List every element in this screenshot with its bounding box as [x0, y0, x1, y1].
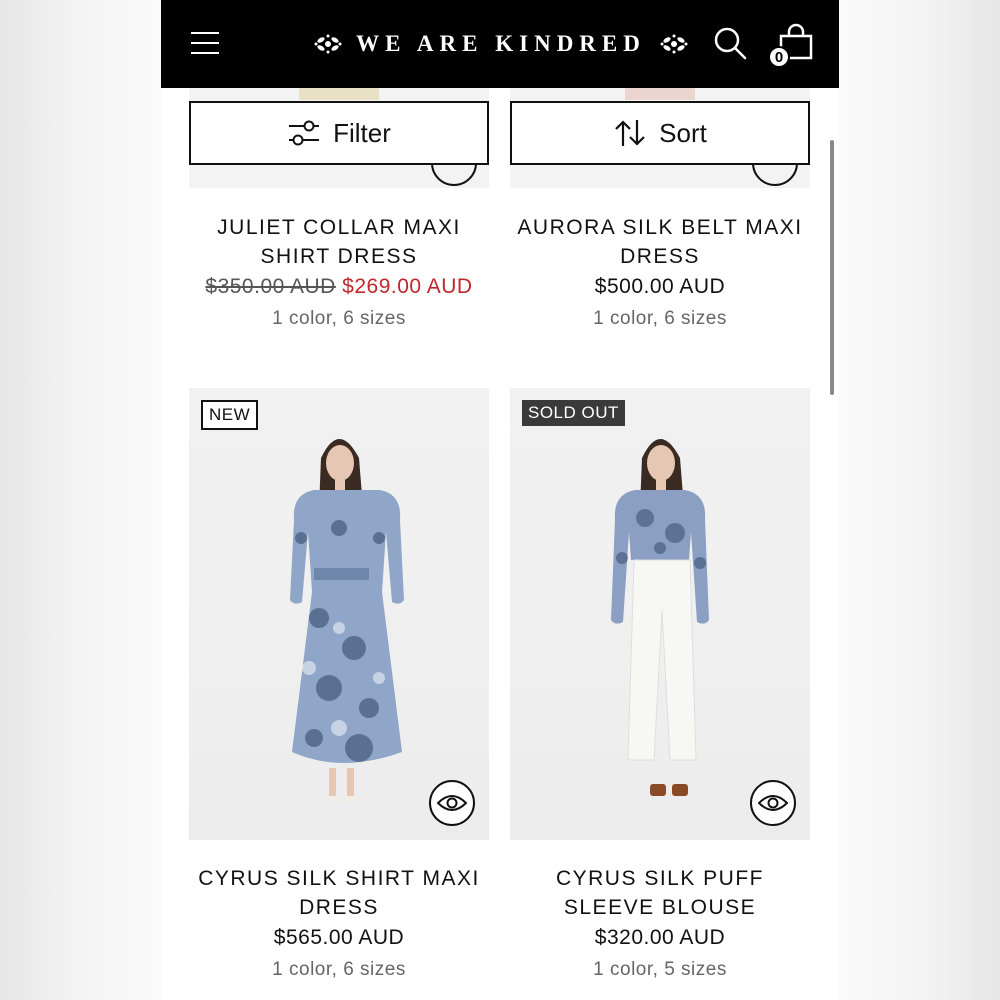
model-blouse-illustration [611, 439, 709, 796]
sort-label: Sort [659, 117, 707, 148]
product-variants: 1 color, 6 sizes [272, 308, 406, 329]
product-variants: 1 color, 6 sizes [593, 308, 727, 329]
product-name[interactable]: JULIET COLLAR MAXI SHIRT DRESS [189, 213, 489, 271]
site-logo[interactable]: WE ARE KINDRED [311, 28, 691, 60]
eye-icon [758, 795, 788, 811]
ornament-icon [660, 34, 688, 54]
logo-text: WE ARE KINDRED [356, 31, 646, 56]
product-name[interactable]: CYRUS SILK PUFF SLEEVE BLOUSE [510, 864, 810, 922]
model-dress-illustration [290, 439, 404, 802]
product-price: $500.00 AUD [594, 275, 726, 298]
product-image[interactable]: NEW [189, 388, 489, 840]
search-icon[interactable] [713, 26, 747, 60]
menu-icon[interactable] [191, 28, 221, 58]
filter-button[interactable]: Filter [189, 101, 489, 165]
product-variants: 1 color, 6 sizes [272, 959, 406, 980]
product-variants: 1 color, 5 sizes [593, 959, 727, 980]
sort-arrows-icon [615, 120, 645, 146]
product-card: NEW CYRUS SILK SHIRT MAXI DRESS $565.00 … [189, 388, 489, 986]
product-price: $350.00 AUD $269.00 AUD [189, 271, 489, 303]
new-badge: NEW [201, 400, 259, 430]
quick-view-button[interactable] [429, 780, 475, 826]
site-header: WE ARE KINDRED 0 [161, 0, 839, 88]
original-price: $350.00 AUD [205, 275, 336, 298]
product-card: AURORA SILK BELT MAXI DRESS $500.00 AUD … [510, 213, 810, 335]
cart-count-badge: 0 [768, 46, 790, 68]
sale-price: $269.00 AUD [342, 275, 473, 298]
product-card: JULIET COLLAR MAXI SHIRT DRESS $350.00 A… [189, 213, 489, 335]
product-price: $320.00 AUD [594, 926, 726, 949]
eye-icon [437, 795, 467, 811]
product-name[interactable]: CYRUS SILK SHIRT MAXI DRESS [189, 864, 489, 922]
quick-view-button[interactable] [750, 780, 796, 826]
product-image[interactable]: SOLD OUT [510, 388, 810, 840]
sort-button[interactable]: Sort [510, 101, 810, 165]
ornament-icon [314, 34, 342, 54]
product-card: SOLD OUT CYRUS SILK PUFF SLEEVE BLOUSE $… [510, 388, 810, 986]
sold-out-badge: SOLD OUT [522, 400, 625, 426]
scrollbar[interactable] [830, 140, 834, 395]
product-name[interactable]: AURORA SILK BELT MAXI DRESS [510, 213, 810, 271]
sliders-icon [289, 120, 320, 146]
filter-label: Filter [333, 117, 391, 148]
product-price: $565.00 AUD [273, 926, 405, 949]
phone-screen: WE ARE KINDRED 0 Filter Sort JULIET COLL… [161, 0, 839, 1000]
